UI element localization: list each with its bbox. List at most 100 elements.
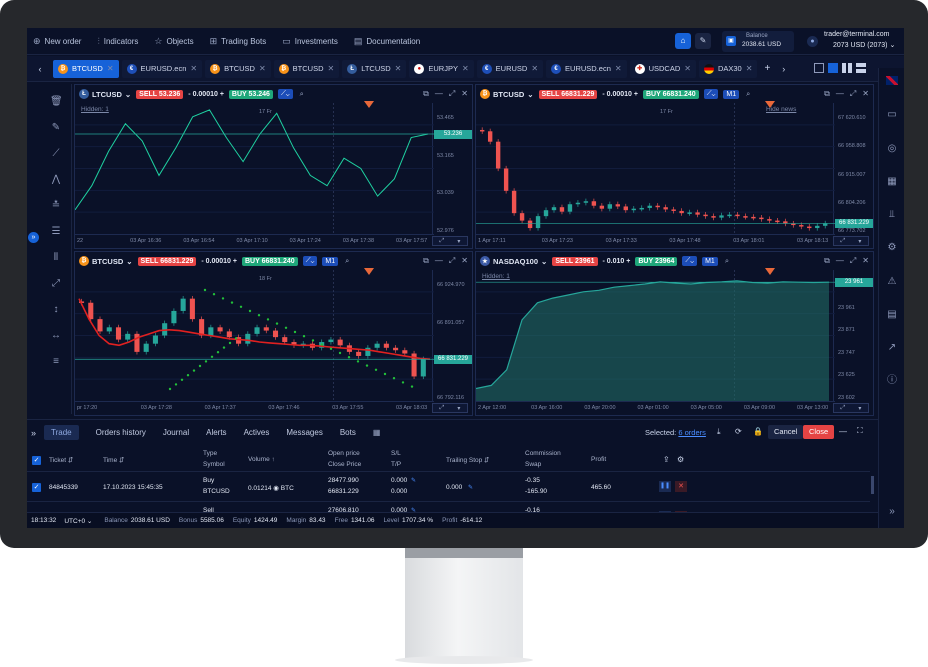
scale-menu-icon[interactable]: ▾ [457, 405, 460, 412]
tabs-scroll-right-icon[interactable]: › [782, 64, 785, 74]
menu-item-4[interactable]: ▭ Investments [282, 36, 338, 47]
close-tab-icon[interactable]: ✕ [395, 64, 402, 73]
header-sl[interactable]: S/L [391, 450, 401, 457]
panel-tab-2[interactable]: Journal [163, 428, 189, 437]
monitor-icon[interactable]: ▭ [886, 109, 898, 121]
autoscale-icon[interactable]: ⤢ [841, 405, 846, 412]
chart-bottom-controls[interactable]: ⤢ ▾ [432, 236, 468, 246]
header-ticket[interactable]: Ticket ⇵ [49, 456, 73, 464]
chart-panel-3[interactable]: ★ NASDAQ100 ⌄ SELL 23961 - 0.010 + BUY 23964 ⟋… [475, 251, 874, 416]
info-icon[interactable]: ⓘ [886, 375, 898, 387]
table-row[interactable]: ✓ 84845339 17.10.2023 15:45:35 Buy BTCUSD 0.0… [27, 471, 870, 497]
tab-4[interactable]: Ł LTCUSD ✕ [342, 59, 407, 78]
menu-item-3[interactable]: ⊞ Trading Bots [210, 36, 267, 47]
trend-line-icon[interactable]: ⟋ [50, 148, 62, 160]
minimize-icon[interactable]: — [836, 89, 844, 99]
buy-button[interactable]: BUY 53.246 [228, 89, 273, 99]
select-all-checkbox[interactable]: ✓ [32, 456, 41, 465]
download-icon[interactable]: ⤓ [717, 427, 721, 437]
spread-stepper[interactable]: - 0.00010 + [188, 91, 224, 98]
chart-panel-2[interactable]: ₿ BTCUSD ⌄ SELL 66831.229 - 0.00010 + BUY 668… [74, 251, 473, 416]
minimize-icon[interactable]: — [435, 89, 443, 99]
horizontal-ray-icon[interactable]: ↔ [50, 330, 62, 342]
menu-item-5[interactable]: ▤ Documentation [354, 36, 420, 47]
expand-icon[interactable]: ⤢ [850, 89, 856, 99]
header-profit[interactable]: Profit [591, 456, 606, 463]
add-tab-icon[interactable]: + [764, 63, 770, 74]
balance-box[interactable]: ▣ Balance 2038.61 USD [722, 31, 794, 52]
selected-orders-link[interactable]: 6 orders [678, 428, 706, 437]
header-tp[interactable]: T/P [391, 461, 401, 468]
chart-type-select[interactable]: ⟋⌄ [277, 89, 293, 99]
header-type[interactable]: Type [203, 450, 217, 457]
spread-stepper[interactable]: - 0.010 + [603, 258, 631, 265]
layout-rows-icon[interactable] [856, 63, 866, 73]
panel-tab-3[interactable]: Alerts [206, 428, 226, 437]
account-line[interactable]: 2073 USD (2073) ⌄ [833, 41, 895, 49]
close-tab-icon[interactable]: ✕ [531, 64, 538, 73]
maximize-panel-icon[interactable]: ⛶ [857, 426, 863, 436]
calendar-icon[interactable]: ▦ [886, 176, 898, 188]
layout-columns-icon[interactable] [842, 63, 852, 73]
autoscale-icon[interactable]: ⤢ [440, 238, 445, 245]
spread-stepper[interactable]: - 0.00010 + [201, 258, 237, 265]
sell-button[interactable]: SELL 66831.229 [538, 89, 598, 99]
chart-panel-0[interactable]: Ł LTCUSD ⌄ SELL 53.236 - 0.00010 + BUY 53.246… [74, 84, 473, 249]
chart-bottom-controls[interactable]: ⤢ ▾ [833, 236, 869, 246]
expand-icon[interactable]: ⤢ [449, 89, 455, 99]
chart-type-select[interactable]: ⟋⌄ [302, 256, 318, 266]
menu-item-0[interactable]: ⊕ New order [33, 36, 81, 47]
close-icon[interactable]: ✕ [461, 256, 468, 266]
academy-icon[interactable]: ✎ [695, 33, 711, 49]
sell-button[interactable]: SELL 53.236 [136, 89, 184, 99]
close-tab-icon[interactable]: ✕ [107, 64, 114, 73]
close-icon[interactable]: ✕ [862, 89, 869, 99]
symbol-selector[interactable]: ₿ BTCUSD ⌄ [480, 89, 534, 99]
search-icon[interactable]: ⌕ [300, 89, 304, 99]
minimize-panel-icon[interactable]: — [839, 427, 847, 436]
tab-0[interactable]: ₿ BTCUSD ✕ [53, 59, 119, 78]
chart-growth-icon[interactable]: ↗ [886, 342, 898, 354]
header-time[interactable]: Time ⇵ [103, 456, 124, 464]
timezone-select[interactable]: UTC+0 ⌄ [64, 517, 92, 525]
header-swap[interactable]: Swap [525, 461, 541, 468]
row-checkbox[interactable]: ✓ [32, 483, 41, 492]
minimize-icon[interactable]: — [435, 256, 443, 266]
scale-menu-icon[interactable]: ▾ [858, 238, 861, 245]
autoscale-icon[interactable]: ⤢ [841, 238, 846, 245]
close-tab-icon[interactable]: ✕ [684, 64, 691, 73]
plot-area[interactable] [75, 103, 434, 234]
panel-tab-0[interactable]: Trade [44, 425, 79, 440]
account-email[interactable]: trader@terminal.com [824, 31, 889, 38]
header-volume[interactable]: Volume ↑ [248, 456, 275, 463]
panel-tab-5[interactable]: Messages [286, 428, 322, 437]
uk-flag-icon[interactable] [886, 76, 898, 85]
minimize-icon[interactable]: — [836, 256, 844, 266]
vertical-ray-icon[interactable]: ↕ [50, 304, 62, 316]
panel-tab-4[interactable]: Actives [244, 428, 270, 437]
cancel-button[interactable]: Cancel [768, 425, 804, 439]
vertical-lines-icon[interactable]: ⦀ [50, 252, 62, 264]
home-icon[interactable]: ⌂ [675, 33, 691, 49]
analytics-icon[interactable]: ⫫ [886, 209, 898, 221]
header-open-price[interactable]: Open price [328, 450, 360, 457]
chart-type-select[interactable]: ⟋⌄ [682, 256, 698, 266]
clipboard-icon[interactable]: ▤ [886, 309, 898, 321]
share-icon[interactable]: ⇪ [663, 455, 670, 464]
scrollbar[interactable] [871, 476, 874, 494]
chart-panel-1[interactable]: ₿ BTCUSD ⌄ SELL 66831.229 - 0.00010 + BUY 668… [475, 84, 874, 249]
tab-9[interactable]: DAX30 ✕ [698, 59, 758, 78]
globe-icon[interactable]: ◎ [886, 143, 898, 155]
layout-single-icon[interactable] [814, 63, 824, 73]
calendar-small-icon[interactable]: ▦ [373, 428, 381, 437]
pause-button[interactable]: ❚❚ [659, 481, 671, 492]
search-icon[interactable]: ⌕ [345, 256, 349, 266]
open-new-icon[interactable]: ⧉ [423, 256, 429, 266]
expand-icon[interactable]: ⤢ [449, 256, 455, 266]
sell-button[interactable]: SELL 66831.229 [137, 256, 197, 266]
close-tab-icon[interactable]: ✕ [462, 64, 469, 73]
close-tab-icon[interactable]: ✕ [190, 64, 197, 73]
layout-grid-icon[interactable] [828, 63, 838, 73]
plot-area[interactable] [75, 270, 434, 401]
table-settings-icon[interactable]: ⚙ [677, 455, 684, 464]
